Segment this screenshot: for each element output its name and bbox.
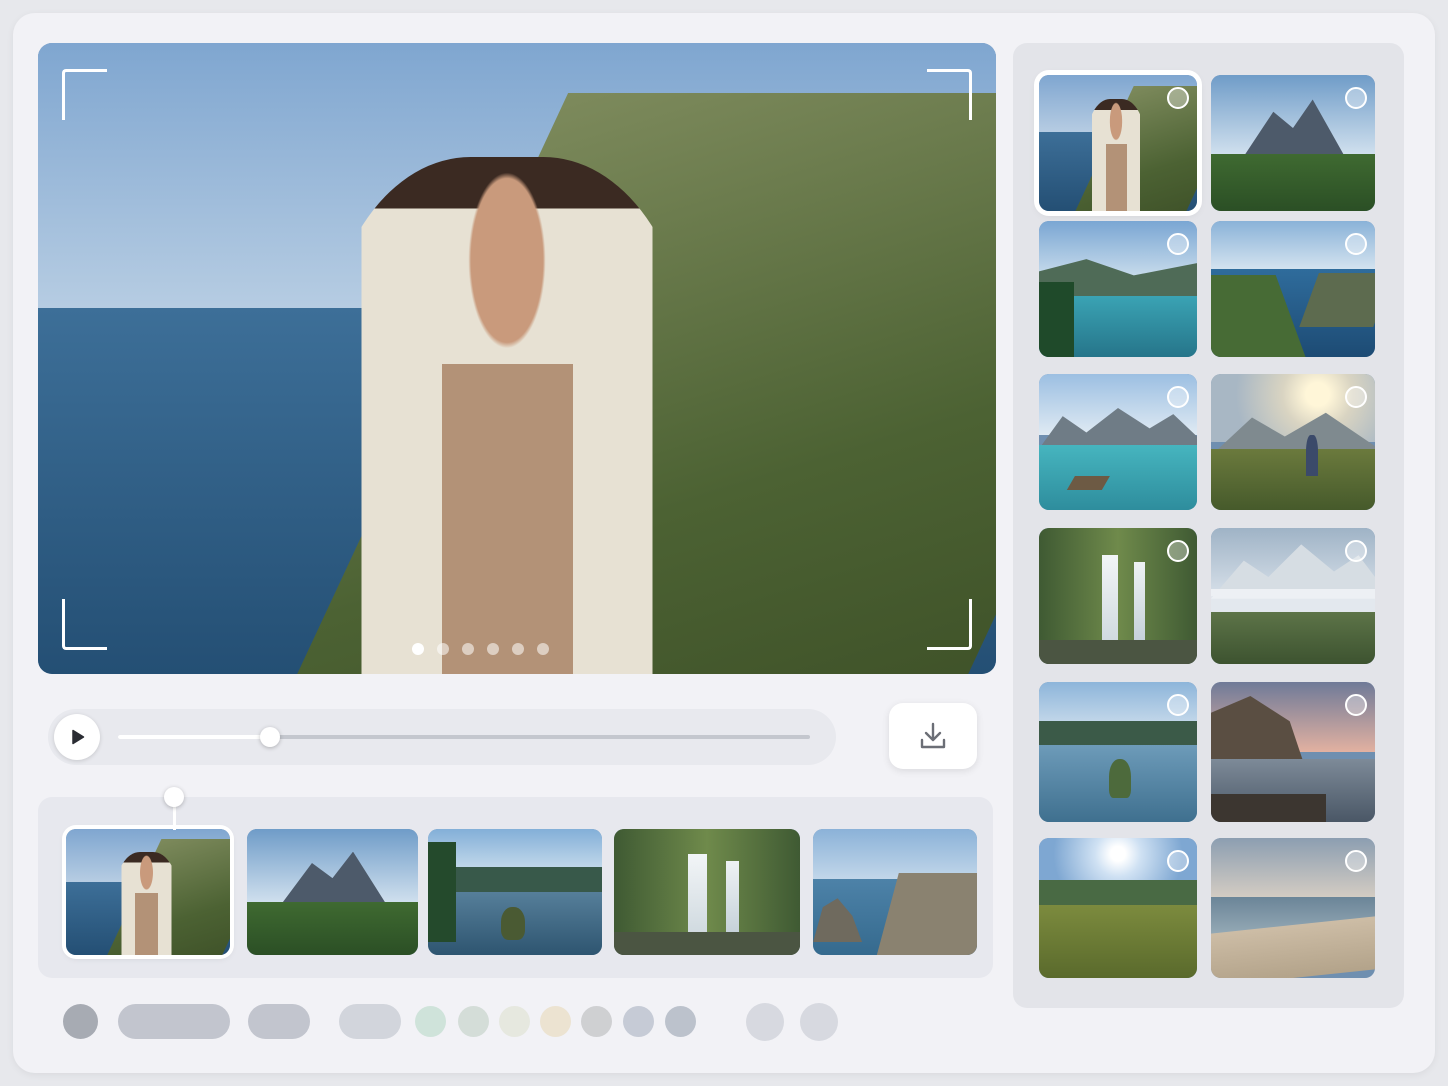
- gallery-item-sunlit-meadow[interactable]: [1039, 838, 1197, 978]
- slide-dot-2[interactable]: [437, 643, 449, 655]
- gallery-item-mountain-peaks[interactable]: [1211, 75, 1375, 211]
- filmstrip-item-coastal-cliffs[interactable]: [813, 829, 977, 955]
- filmstrip-playhead-stem: [173, 805, 176, 830]
- gallery-item-lake-kayak[interactable]: [1039, 682, 1197, 822]
- crop-corner-bottom-right[interactable]: [927, 599, 972, 650]
- palette-swatch-8[interactable]: [540, 1006, 571, 1037]
- palette-swatch-13[interactable]: [800, 1003, 838, 1041]
- select-circle-icon[interactable]: [1167, 850, 1189, 872]
- crop-corner-top-right[interactable]: [927, 69, 972, 120]
- select-circle-icon[interactable]: [1345, 540, 1367, 562]
- crop-corner-bottom-left[interactable]: [62, 599, 107, 650]
- gallery-item-misty-valley[interactable]: [1211, 528, 1375, 664]
- select-circle-icon[interactable]: [1167, 694, 1189, 716]
- palette-swatch-7[interactable]: [499, 1006, 530, 1037]
- select-circle-icon[interactable]: [1345, 87, 1367, 109]
- palette-swatch-4[interactable]: [339, 1004, 401, 1039]
- select-circle-icon[interactable]: [1345, 233, 1367, 255]
- gallery-item-rocky-shore-sunset[interactable]: [1211, 682, 1375, 822]
- palette-swatch-5[interactable]: [415, 1006, 446, 1037]
- progress-fill: [118, 735, 271, 739]
- gallery-item-alpine-lake[interactable]: [1039, 221, 1197, 357]
- filmstrip-item-waterfall[interactable]: [614, 829, 800, 955]
- select-circle-icon[interactable]: [1167, 233, 1189, 255]
- gallery-item-sunrise-trail[interactable]: [1211, 374, 1375, 510]
- crop-corner-top-left[interactable]: [62, 69, 107, 120]
- play-button[interactable]: [54, 714, 100, 760]
- play-icon: [72, 729, 85, 745]
- palette-swatch-6[interactable]: [458, 1006, 489, 1037]
- slide-indicator: [412, 643, 549, 655]
- palette-swatch-2[interactable]: [118, 1004, 230, 1039]
- filmstrip-item-mountain-peaks[interactable]: [247, 829, 418, 955]
- gallery-panel: [1013, 43, 1404, 1008]
- gallery-item-coast-portrait[interactable]: [1039, 75, 1197, 211]
- palette-swatch-1[interactable]: [63, 1004, 98, 1039]
- download-button[interactable]: [889, 703, 977, 769]
- gallery-item-sandy-beach[interactable]: [1211, 838, 1375, 978]
- main-preview-image[interactable]: [38, 43, 996, 674]
- progress-track[interactable]: [118, 727, 810, 747]
- palette-swatch-10[interactable]: [623, 1006, 654, 1037]
- gallery-item-twin-waterfall[interactable]: [1039, 528, 1197, 664]
- palette-swatch-3[interactable]: [248, 1004, 310, 1039]
- select-circle-icon[interactable]: [1345, 386, 1367, 408]
- download-icon: [920, 722, 946, 749]
- filmstrip-playhead-handle[interactable]: [164, 787, 184, 807]
- slide-dot-4[interactable]: [487, 643, 499, 655]
- filmstrip-item-coast-portrait[interactable]: [66, 829, 230, 955]
- slide-dot-1[interactable]: [412, 643, 424, 655]
- palette-swatch-11[interactable]: [665, 1006, 696, 1037]
- select-circle-icon[interactable]: [1167, 386, 1189, 408]
- select-circle-icon[interactable]: [1345, 694, 1367, 716]
- gallery-item-lake-dock[interactable]: [1039, 374, 1197, 510]
- filmstrip-item-lake-canoe[interactable]: [428, 829, 602, 955]
- palette-swatch-12[interactable]: [746, 1003, 784, 1041]
- select-circle-icon[interactable]: [1345, 850, 1367, 872]
- slide-dot-6[interactable]: [537, 643, 549, 655]
- select-circle-icon[interactable]: [1167, 540, 1189, 562]
- progress-handle[interactable]: [260, 727, 281, 747]
- filmstrip: [38, 797, 993, 978]
- slide-dot-5[interactable]: [512, 643, 524, 655]
- gallery-item-fjord-bay[interactable]: [1211, 221, 1375, 357]
- slide-dot-3[interactable]: [462, 643, 474, 655]
- playback-bar: [48, 709, 836, 765]
- select-circle-icon[interactable]: [1167, 87, 1189, 109]
- palette-swatch-9[interactable]: [581, 1006, 612, 1037]
